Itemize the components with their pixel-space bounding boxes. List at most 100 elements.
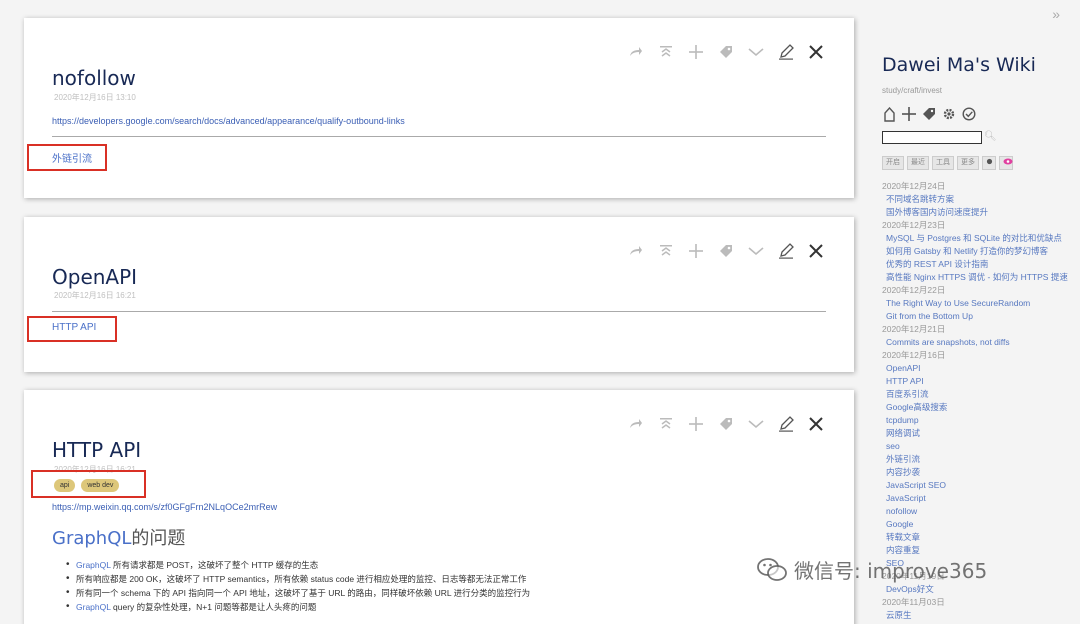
list-item[interactable]: 内容抄袭: [882, 466, 1080, 479]
list-item[interactable]: Commits are snapshots, not diffs: [882, 336, 1080, 349]
heading-text: 的问题: [131, 528, 186, 549]
close-icon[interactable]: [806, 414, 826, 434]
tiddler-title: HTTP API: [52, 438, 142, 462]
external-link[interactable]: https://mp.weixin.qq.com/s/zf0GFgFrn2NLq…: [52, 502, 277, 512]
list-item[interactable]: 网络调试: [882, 427, 1080, 440]
search-input[interactable]: [882, 131, 982, 144]
list-item: GraphQL query 的复杂性处理，N+1 问题等都是让人头疼的问题: [66, 600, 530, 614]
permalink-icon[interactable]: [626, 241, 646, 261]
list-item[interactable]: seo: [882, 440, 1080, 453]
list-item[interactable]: Git from the Bottom Up: [882, 310, 1080, 323]
list-item[interactable]: 转载文章: [882, 531, 1080, 544]
graphql-link[interactable]: GraphQL: [76, 602, 111, 612]
list-item: 所有同一个 schema 下的 API 指向同一个 API 地址，这破坏了基于 …: [66, 586, 530, 600]
settings-gear-icon[interactable]: [942, 106, 956, 122]
tiddler-subtitle: 2020年12月16日 13:10: [54, 93, 136, 102]
tiddler-title: OpenAPI: [52, 265, 138, 289]
tab-open[interactable]: 开启: [882, 156, 904, 170]
list-item[interactable]: 云原生: [882, 609, 1080, 622]
list-item[interactable]: The Right Way to Use SecureRandom: [882, 297, 1080, 310]
list-item[interactable]: nofollow: [882, 505, 1080, 518]
list-item[interactable]: JavaScript: [882, 492, 1080, 505]
list-item[interactable]: 国外博客国内访问速度提升: [882, 206, 1080, 219]
permalink-icon[interactable]: [626, 42, 646, 62]
sidebar-toolbar: [882, 106, 976, 122]
list-date: 2020年12月24日: [882, 181, 946, 191]
list-item-text: 所有响应都是 200 OK，这破坏了 HTTP semantics，所有依赖 s…: [76, 574, 527, 584]
list-item[interactable]: 外链引流: [882, 453, 1080, 466]
wechat-icon: [757, 557, 787, 581]
list-date: 2020年12月21日: [882, 324, 946, 334]
graphql-link[interactable]: GraphQL: [76, 560, 111, 570]
tag-icon[interactable]: [716, 42, 736, 62]
tag-icon[interactable]: [716, 241, 736, 261]
story-river: nofollow 2020年12月16日 13:10 https://devel…: [0, 0, 870, 624]
tag-icon[interactable]: [716, 414, 736, 434]
list-item[interactable]: MySQL 与 Postgres 和 SQLite 的对比和优缺点: [882, 232, 1080, 245]
list-item-text: 所有请求都是 POST，这破坏了整个 HTTP 缓存的生态: [110, 560, 319, 570]
more-chevron-icon[interactable]: [746, 414, 766, 434]
tiddler-openapi: OpenAPI 2020年12月16日 16:21 HTTP API: [24, 217, 854, 372]
bullet-list: GraphQL 所有请求都是 POST，这破坏了整个 HTTP 缓存的生态 所有…: [66, 558, 530, 614]
list-item[interactable]: 优秀的 REST API 设计指南: [882, 258, 1080, 271]
home-icon[interactable]: [882, 106, 896, 122]
more-chevron-icon[interactable]: [746, 42, 766, 62]
list-item[interactable]: JavaScript SEO: [882, 479, 1080, 492]
list-item[interactable]: 不同域名跳转方案: [882, 193, 1080, 206]
fold-others-icon[interactable]: [656, 42, 676, 62]
list-date: 2020年12月16日: [882, 350, 946, 360]
list-item[interactable]: Google高级搜索: [882, 401, 1080, 414]
more-chevron-icon[interactable]: [746, 241, 766, 261]
check-circle-icon[interactable]: [962, 106, 976, 122]
fold-others-icon[interactable]: [656, 414, 676, 434]
tab-more[interactable]: 更多: [957, 156, 979, 170]
site-title: Dawei Ma's Wiki: [882, 54, 1036, 76]
highlight-box: [27, 144, 107, 171]
list-date: 2020年11月03日: [882, 597, 945, 607]
new-here-icon[interactable]: [686, 42, 706, 62]
list-item: GraphQL 所有请求都是 POST，这破坏了整个 HTTP 缓存的生态: [66, 558, 530, 572]
new-tiddler-icon[interactable]: [902, 106, 916, 122]
close-icon[interactable]: [806, 241, 826, 261]
new-here-icon[interactable]: [686, 414, 706, 434]
list-item[interactable]: 高性能 Nginx HTTPS 调优 - 如何为 HTTPS 提速: [882, 271, 1080, 284]
list-item[interactable]: 如何用 Gatsby 和 Netlify 打造你的梦幻博客: [882, 245, 1080, 258]
tab-recent[interactable]: 最近: [907, 156, 929, 170]
wechat-watermark: 微信号: improve365: [756, 555, 987, 584]
edit-icon[interactable]: [776, 414, 796, 434]
tiddler-title: nofollow: [52, 66, 136, 90]
highlight-box: [31, 470, 146, 498]
list-item[interactable]: OpenAPI: [882, 362, 1080, 375]
tiddler-toolbar: [626, 241, 826, 261]
sidebar-toggle-icon[interactable]: »: [1052, 6, 1060, 22]
list-item-text: query 的复杂性处理，N+1 问题等都是让人头疼的问题: [110, 602, 317, 612]
close-icon[interactable]: [806, 42, 826, 62]
edit-icon[interactable]: [776, 42, 796, 62]
list-item: 所有响应都是 200 OK，这破坏了 HTTP semantics，所有依赖 s…: [66, 572, 530, 586]
fold-others-icon[interactable]: [656, 241, 676, 261]
heading-link[interactable]: GraphQL: [52, 528, 131, 549]
highlight-box: [27, 316, 117, 342]
list-item[interactable]: tcpdump: [882, 414, 1080, 427]
tab-gear-icon[interactable]: [982, 156, 996, 170]
tiddler-toolbar: [626, 414, 826, 434]
tab-tools[interactable]: 工具: [932, 156, 954, 170]
site-subtitle: study/craft/invest: [882, 86, 943, 95]
tiddler-subtitle: 2020年12月16日 16:21: [54, 291, 136, 300]
list-date: 2020年12月22日: [882, 285, 946, 295]
list-item[interactable]: HTTP API: [882, 375, 1080, 388]
list-item[interactable]: Google: [882, 518, 1080, 531]
list-item[interactable]: 百度系引流: [882, 388, 1080, 401]
tags-icon[interactable]: [922, 106, 936, 122]
external-link[interactable]: https://developers.google.com/search/doc…: [52, 116, 405, 126]
permalink-icon[interactable]: [626, 414, 646, 434]
edit-icon[interactable]: [776, 241, 796, 261]
search-icon[interactable]: 🔍︎: [984, 131, 997, 142]
tiddler-toolbar: [626, 42, 826, 62]
new-here-icon[interactable]: [686, 241, 706, 261]
section-heading: GraphQL的问题: [52, 524, 185, 550]
tiddler-nofollow: nofollow 2020年12月16日 13:10 https://devel…: [24, 18, 854, 198]
tab-eye-icon[interactable]: [999, 156, 1013, 170]
divider: [52, 311, 826, 312]
list-item[interactable]: DevOps好文: [882, 583, 1080, 596]
